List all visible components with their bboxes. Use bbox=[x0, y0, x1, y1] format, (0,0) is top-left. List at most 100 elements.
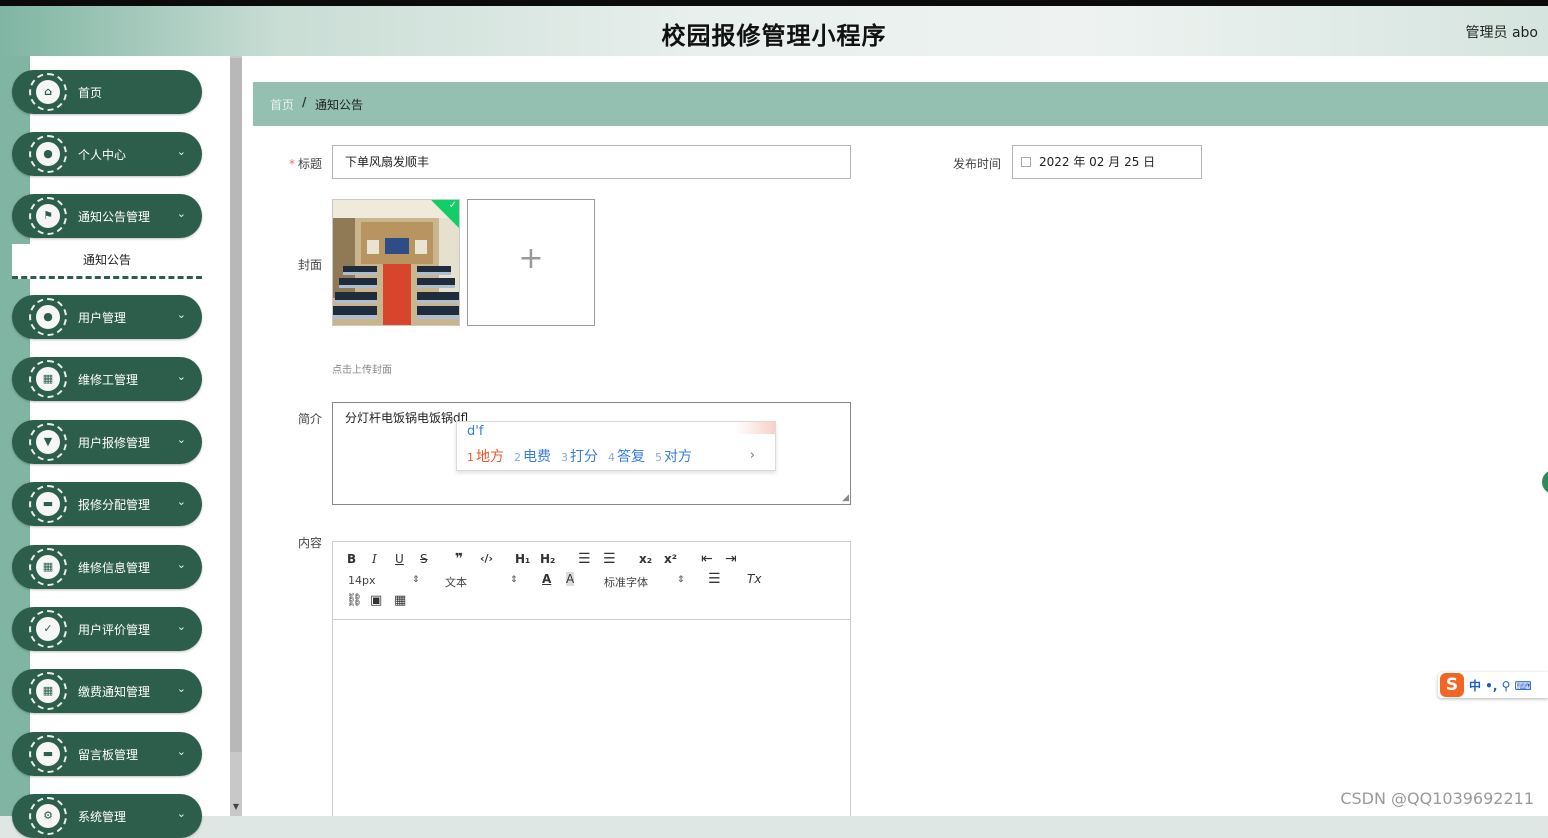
publish-time-value: 2022 年 02 月 25 日 bbox=[1039, 155, 1156, 169]
sidebar-item[interactable]: ● 用户管理 ⌄ bbox=[12, 295, 202, 339]
publish-time-picker[interactable]: 2022 年 02 月 25 日 bbox=[1012, 145, 1202, 179]
sidebar-item-label: 报修分配管理 bbox=[78, 498, 151, 512]
indent-icon[interactable]: ⇥ bbox=[725, 551, 737, 567]
flag-icon: ⚑ bbox=[36, 204, 60, 228]
user-icon: ● bbox=[36, 305, 60, 329]
sidebar-item[interactable]: ✓ 用户评价管理 ⌄ bbox=[12, 607, 202, 651]
strikethrough-icon[interactable]: S bbox=[420, 552, 428, 566]
ime-candidate-popup: d'f 1 地方 2 电费 3 打分 4 答复 5 对方 › bbox=[456, 421, 776, 471]
underline-icon[interactable]: U bbox=[395, 552, 404, 566]
sidebar-item-label: 维修工管理 bbox=[78, 373, 139, 387]
menu-icon-ring: ⚙ bbox=[29, 797, 67, 835]
sidebar-scrollbar[interactable] bbox=[230, 58, 242, 752]
grid-icon: ▦ bbox=[36, 679, 60, 703]
menu-icon-ring: ⚑ bbox=[29, 197, 67, 235]
align-icon[interactable]: ☰ bbox=[708, 571, 721, 587]
sidebar-item-label: 用户评价管理 bbox=[78, 623, 151, 637]
summary-text: 分灯杆电饭锅电饭锅dfl bbox=[345, 411, 469, 425]
video-icon[interactable]: ▦ bbox=[394, 593, 406, 608]
font-family-select[interactable]: 标准字体 bbox=[604, 574, 648, 590]
sidebar-subitem-label: 通知公告 bbox=[83, 253, 132, 267]
chevron-down-icon: ⌄ bbox=[176, 807, 186, 820]
ime-next-page-icon[interactable]: › bbox=[750, 448, 755, 463]
sidebar-item[interactable]: ▬ 报修分配管理 ⌄ bbox=[12, 482, 202, 526]
grid-icon: ▦ bbox=[36, 555, 60, 579]
sidebar-item-label: 首页 bbox=[78, 86, 103, 100]
menu-icon-ring: ▬ bbox=[29, 735, 67, 773]
code-block-icon[interactable]: ‹/› bbox=[480, 552, 493, 565]
watermark: CSDN @QQ1039692211 bbox=[1340, 789, 1534, 808]
link-icon[interactable]: ⛓ bbox=[346, 593, 363, 608]
font-size-caret-icon: ⇕ bbox=[412, 575, 420, 585]
font-size-select[interactable]: 14px bbox=[348, 574, 376, 587]
breadcrumb-home[interactable]: 首页 bbox=[270, 96, 294, 113]
outdent-icon[interactable]: ⇤ bbox=[701, 551, 713, 567]
sidebar-item[interactable]: ▦ 维修工管理 ⌄ bbox=[12, 357, 202, 401]
app-header: 校园报修管理小程序 管理员 abo bbox=[0, 6, 1548, 56]
chevron-down-icon: ⌄ bbox=[176, 308, 186, 321]
sidebar-item[interactable]: ▼ 用户报修管理 ⌄ bbox=[12, 420, 202, 464]
ime-candidate[interactable]: 5 对方 bbox=[655, 449, 692, 465]
blockquote-icon[interactable]: ❞ bbox=[455, 551, 463, 567]
ime-status-bar[interactable]: S 中 •, ⚲ ⌨ bbox=[1438, 672, 1548, 698]
ime-candidate-list: 1 地方 2 电费 3 打分 4 答复 5 对方 bbox=[467, 446, 702, 466]
breadcrumb-separator: / bbox=[302, 95, 307, 109]
title-label: * 标题 bbox=[288, 157, 322, 171]
italic-icon[interactable]: I bbox=[372, 552, 377, 566]
sidebar-subitem-notice[interactable]: 通知公告 bbox=[12, 244, 202, 279]
background-color-icon[interactable]: A bbox=[566, 572, 575, 586]
cover-image[interactable]: ✓ bbox=[332, 199, 460, 326]
ime-candidate[interactable]: 3 打分 bbox=[561, 449, 598, 465]
sidebar-item[interactable]: ▦ 维修信息管理 ⌄ bbox=[12, 545, 202, 589]
sidebar-item-label: 系统管理 bbox=[78, 810, 127, 824]
bold-icon[interactable]: B bbox=[347, 552, 356, 566]
breadcrumb: 首页 / 通知公告 bbox=[253, 82, 1548, 126]
ime-candidate-text: 电费 bbox=[523, 449, 551, 465]
ime-candidate[interactable]: 4 答复 bbox=[608, 449, 645, 465]
sidebar-item[interactable]: ⚑ 通知公告管理 ⌄ bbox=[12, 194, 202, 238]
upload-cover-button[interactable]: + bbox=[467, 199, 595, 326]
classroom-photo bbox=[333, 200, 459, 325]
resize-handle-icon[interactable]: ◢ bbox=[842, 494, 849, 503]
bullet-list-icon[interactable]: ☰ bbox=[603, 551, 616, 567]
ime-candidate[interactable]: 1 地方 bbox=[467, 449, 504, 465]
header-caret-icon: ⇕ bbox=[510, 575, 518, 585]
heading1-icon[interactable]: H₁ bbox=[515, 552, 530, 566]
sidebar-item[interactable]: ▬ 留言板管理 ⌄ bbox=[12, 732, 202, 776]
subscript-icon[interactable]: x₂ bbox=[639, 552, 652, 566]
header-select[interactable]: 文本 bbox=[445, 574, 467, 590]
ime-status-icons: 中 •, ⚲ ⌨ bbox=[1469, 679, 1532, 693]
admin-user-label[interactable]: 管理员 abo bbox=[1466, 22, 1538, 42]
ime-candidate-text: 地方 bbox=[476, 449, 504, 465]
clear-format-icon[interactable]: Tx bbox=[747, 572, 761, 586]
chevron-down-icon: ⌄ bbox=[176, 370, 186, 383]
rich-text-editor[interactable]: B I U S ❞ ‹/› H₁ H₂ ☰ ☰ x₂ x² ⇤ ⇥ 14px ⇕… bbox=[332, 541, 851, 816]
chevron-down-icon: ⌄ bbox=[176, 495, 186, 508]
title-input[interactable]: 下单风扇发顺丰 bbox=[332, 145, 851, 179]
chevron-down-icon: ⌄ bbox=[176, 682, 186, 695]
scroll-down-icon[interactable]: ▼ bbox=[231, 802, 241, 812]
ordered-list-icon[interactable]: ☰ bbox=[578, 551, 591, 567]
sidebar-item-label: 个人中心 bbox=[78, 148, 127, 162]
ime-candidate-number: 1 bbox=[467, 451, 474, 464]
superscript-icon[interactable]: x² bbox=[664, 552, 677, 566]
heading2-icon[interactable]: H₂ bbox=[540, 552, 555, 566]
publish-time-label: 发布时间 bbox=[952, 157, 1001, 171]
ime-candidate[interactable]: 2 电费 bbox=[514, 449, 551, 465]
image-icon[interactable]: ▣ bbox=[370, 593, 382, 608]
ime-candidate-number: 4 bbox=[608, 451, 615, 464]
check-icon: ✓ bbox=[448, 200, 457, 211]
gear-icon: ⚙ bbox=[36, 804, 60, 828]
sidebar-item[interactable]: ● 个人中心 ⌄ bbox=[12, 132, 202, 176]
sidebar-item[interactable]: ⚙ 系统管理 ⌄ bbox=[12, 794, 202, 838]
briefcase-icon: ▬ bbox=[36, 492, 60, 516]
font-color-icon[interactable]: A bbox=[542, 572, 551, 586]
sidebar-item-label: 留言板管理 bbox=[78, 748, 139, 762]
menu-icon-ring: ● bbox=[29, 135, 67, 173]
sogou-logo: S bbox=[1440, 673, 1464, 697]
menu-icon-ring: ▼ bbox=[29, 423, 67, 461]
ime-candidate-text: 打分 bbox=[570, 449, 598, 465]
sidebar-item[interactable]: ▦ 缴费通知管理 ⌄ bbox=[12, 669, 202, 713]
cover-upload-hint: 点击上传封面 bbox=[332, 365, 392, 376]
sidebar-item[interactable]: ⌂ 首页 bbox=[12, 70, 202, 114]
